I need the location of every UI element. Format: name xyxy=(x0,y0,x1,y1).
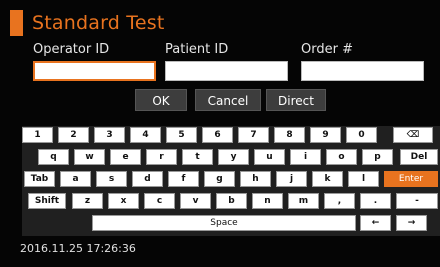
direct-button[interactable]: Direct xyxy=(266,89,326,111)
key-j[interactable]: j xyxy=(276,171,307,187)
key-f[interactable]: f xyxy=(168,171,199,187)
key-r[interactable]: r xyxy=(146,149,177,165)
key-hyphen[interactable]: - xyxy=(396,193,438,209)
key-u[interactable]: u xyxy=(254,149,285,165)
standard-test-screen: Standard Test Operator ID Patient ID Ord… xyxy=(0,0,440,267)
patient-id-label: Patient ID xyxy=(165,42,229,57)
right-arrow-key[interactable]: → xyxy=(396,215,427,231)
key-q[interactable]: q xyxy=(38,149,69,165)
key-x[interactable]: x xyxy=(108,193,139,209)
key-e[interactable]: e xyxy=(110,149,141,165)
key-2[interactable]: 2 xyxy=(58,127,89,143)
order-number-field[interactable] xyxy=(301,61,424,81)
key-0[interactable]: 0 xyxy=(346,127,377,143)
order-number-label: Order # xyxy=(301,42,353,57)
space-key[interactable]: Space xyxy=(92,215,356,231)
page-title: Standard Test xyxy=(32,12,165,34)
ok-button[interactable]: OK xyxy=(135,89,187,111)
operator-id-field[interactable] xyxy=(33,61,156,81)
key-7[interactable]: 7 xyxy=(238,127,269,143)
key-y[interactable]: y xyxy=(218,149,249,165)
key-1[interactable]: 1 xyxy=(22,127,53,143)
tab-key[interactable]: Tab xyxy=(24,171,55,187)
key-c[interactable]: c xyxy=(144,193,175,209)
backspace-key[interactable]: ⌫ xyxy=(393,127,433,143)
key-3[interactable]: 3 xyxy=(94,127,125,143)
backspace-icon: ⌫ xyxy=(406,130,420,140)
on-screen-keyboard: 1 2 3 4 5 6 7 8 9 0 ⌫ q w e r t y u i o … xyxy=(22,126,440,236)
status-datetime: 2016.11.25 17:26:36 xyxy=(20,242,136,255)
cancel-button[interactable]: Cancel xyxy=(195,89,261,111)
key-w[interactable]: w xyxy=(74,149,105,165)
title-bar: Standard Test xyxy=(0,10,440,36)
key-l[interactable]: l xyxy=(348,171,379,187)
key-8[interactable]: 8 xyxy=(274,127,305,143)
title-accent-bar xyxy=(10,10,23,36)
arrow-left-icon: ← xyxy=(371,218,380,228)
key-i[interactable]: i xyxy=(290,149,321,165)
patient-id-field[interactable] xyxy=(165,61,288,81)
key-k[interactable]: k xyxy=(312,171,343,187)
key-6[interactable]: 6 xyxy=(202,127,233,143)
key-h[interactable]: h xyxy=(240,171,271,187)
key-4[interactable]: 4 xyxy=(130,127,161,143)
key-z[interactable]: z xyxy=(72,193,103,209)
key-m[interactable]: m xyxy=(288,193,319,209)
key-comma[interactable]: , xyxy=(324,193,355,209)
key-o[interactable]: o xyxy=(326,149,357,165)
key-g[interactable]: g xyxy=(204,171,235,187)
key-s[interactable]: s xyxy=(96,171,127,187)
key-9[interactable]: 9 xyxy=(310,127,341,143)
key-5[interactable]: 5 xyxy=(166,127,197,143)
key-v[interactable]: v xyxy=(180,193,211,209)
enter-key[interactable]: Enter xyxy=(384,171,438,187)
key-t[interactable]: t xyxy=(182,149,213,165)
arrow-right-icon: → xyxy=(407,218,416,228)
key-period[interactable]: . xyxy=(360,193,391,209)
key-p[interactable]: p xyxy=(362,149,393,165)
operator-id-label: Operator ID xyxy=(33,42,110,57)
key-d[interactable]: d xyxy=(132,171,163,187)
left-arrow-key[interactable]: ← xyxy=(360,215,391,231)
key-a[interactable]: a xyxy=(60,171,91,187)
key-b[interactable]: b xyxy=(216,193,247,209)
delete-key[interactable]: Del xyxy=(400,149,438,165)
shift-key[interactable]: Shift xyxy=(28,193,66,209)
key-n[interactable]: n xyxy=(252,193,283,209)
